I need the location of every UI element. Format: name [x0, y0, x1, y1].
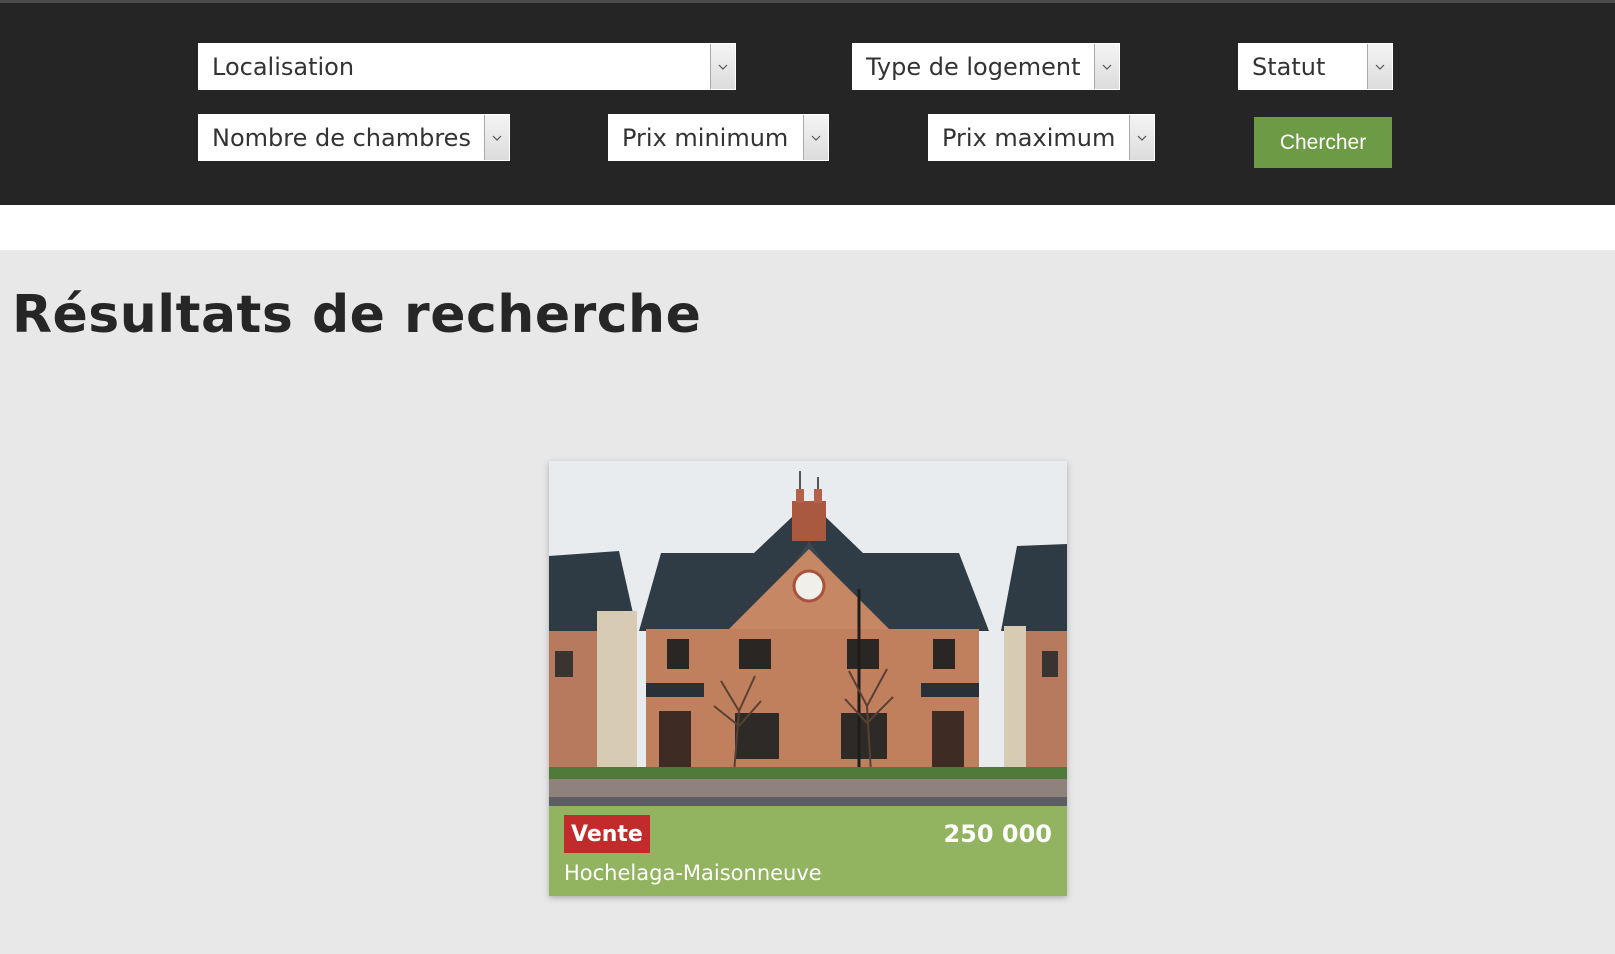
- status-badge: Vente: [564, 815, 650, 853]
- chevron-down-icon[interactable]: [1094, 44, 1119, 89]
- location-select[interactable]: Localisation: [198, 43, 736, 90]
- status-select[interactable]: Statut: [1238, 43, 1393, 90]
- search-filter-bar: Localisation Type de logement Statut Nom…: [0, 3, 1615, 205]
- search-button[interactable]: Chercher: [1254, 117, 1392, 168]
- chevron-down-icon[interactable]: [803, 115, 828, 160]
- header-spacer: [0, 205, 1615, 250]
- page-title: Résultats de recherche: [12, 285, 702, 345]
- max-price-select-label: Prix maximum: [942, 123, 1116, 152]
- listing-price: 250 000: [943, 820, 1052, 848]
- housing-type-select-label: Type de logement: [866, 52, 1081, 81]
- bedrooms-select[interactable]: Nombre de chambres: [198, 114, 510, 161]
- min-price-select-label: Prix minimum: [622, 123, 789, 152]
- listing-card[interactable]: Vente 250 000 Hochelaga-Maisonneuve: [549, 461, 1067, 896]
- housing-type-select[interactable]: Type de logement: [852, 43, 1120, 90]
- chevron-down-icon[interactable]: [484, 115, 509, 160]
- min-price-select[interactable]: Prix minimum: [608, 114, 829, 161]
- status-select-label: Statut: [1252, 52, 1326, 81]
- brick-house-photo[interactable]: [549, 461, 1067, 806]
- bedrooms-select-label: Nombre de chambres: [212, 123, 471, 152]
- location-select-label: Localisation: [212, 52, 355, 81]
- max-price-select[interactable]: Prix maximum: [928, 114, 1155, 161]
- chevron-down-icon[interactable]: [1129, 115, 1154, 160]
- listing-location: Hochelaga-Maisonneuve: [564, 861, 822, 885]
- chevron-down-icon[interactable]: [1367, 44, 1392, 89]
- chevron-down-icon[interactable]: [710, 44, 735, 89]
